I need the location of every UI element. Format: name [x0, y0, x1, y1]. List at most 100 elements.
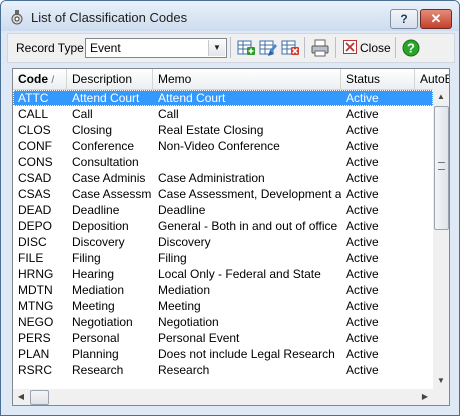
- cell-code: CONF: [18, 139, 52, 153]
- scroll-down-icon[interactable]: ▼: [433, 373, 449, 389]
- cell-status: Active: [346, 203, 379, 217]
- cell-status: Active: [346, 107, 379, 121]
- close-button[interactable]: Close: [341, 38, 391, 58]
- cell-code: HRNG: [18, 267, 54, 281]
- cell-status: Active: [346, 171, 379, 185]
- table-row[interactable]: HRNG Hearing Local Only - Federal and Stat…: [13, 266, 433, 282]
- vertical-scrollbar[interactable]: ▲ ▼: [433, 89, 449, 389]
- table-row[interactable]: FILE Filing Filing Active: [13, 250, 433, 266]
- cell-description: Deadline: [72, 203, 120, 217]
- cell-memo: Does not include Legal Research: [158, 347, 335, 361]
- cell-status: Active: [346, 267, 379, 281]
- cell-memo: Attend Court: [158, 91, 226, 105]
- cell-memo: Call: [158, 107, 179, 121]
- table-row[interactable]: CONS Consultation Active: [13, 154, 433, 170]
- cell-status: Active: [346, 363, 379, 377]
- cell-code: CALL: [18, 107, 49, 121]
- cell-memo: Negotiation: [158, 315, 219, 329]
- record-type-select[interactable]: Event ▼: [85, 38, 227, 58]
- cell-status: Active: [346, 251, 379, 265]
- table-row[interactable]: RSRC Research Research Active: [13, 362, 433, 378]
- cell-memo: Mediation: [158, 283, 211, 297]
- print-icon[interactable]: [310, 38, 330, 58]
- cell-description: Negotiation: [72, 315, 133, 329]
- column-header-description[interactable]: Description: [67, 69, 153, 89]
- cell-memo: Real Estate Closing: [158, 123, 264, 137]
- table-row[interactable]: DEPO Deposition General - Both in and out …: [13, 218, 433, 234]
- record-type-label: Record Type: [16, 41, 84, 55]
- cell-description: Meeting: [72, 299, 115, 313]
- table-row[interactable]: CSAD Case Adminis Case Administration Activ…: [13, 170, 433, 186]
- column-header-status[interactable]: Status: [341, 69, 415, 89]
- table-row[interactable]: MDTN Mediation Mediation Active: [13, 282, 433, 298]
- title-bar[interactable]: List of Classification Codes ? ✕: [1, 1, 459, 31]
- column-header-autoe[interactable]: AutoE: [415, 69, 449, 89]
- chevron-down-icon[interactable]: ▼: [208, 40, 225, 56]
- table-row[interactable]: PERS Personal Personal Event Active: [13, 330, 433, 346]
- cell-code: CSAD: [18, 171, 52, 185]
- help-title-button[interactable]: ?: [390, 9, 418, 29]
- horizontal-scroll-thumb[interactable]: [30, 390, 49, 405]
- cell-code: MTNG: [18, 299, 54, 313]
- close-icon: [343, 40, 357, 54]
- cell-status: Active: [346, 283, 379, 297]
- cell-code: PLAN: [18, 347, 50, 361]
- app-icon: [11, 10, 23, 25]
- cell-description: Mediation: [72, 283, 125, 297]
- column-header-code[interactable]: Code /: [13, 69, 67, 89]
- window-title: List of Classification Codes: [31, 10, 188, 25]
- cell-memo: Case Administration: [158, 171, 265, 185]
- table-row[interactable]: CALL Call Call Active: [13, 106, 433, 122]
- add-record-icon[interactable]: [236, 38, 256, 58]
- table-row[interactable]: ATTC Attend Court Attend Court Active: [13, 90, 433, 106]
- cell-code: DISC: [18, 235, 47, 249]
- close-label: Close: [360, 41, 391, 55]
- cell-memo: Deadline: [158, 203, 206, 217]
- cell-code: ATTC: [18, 91, 49, 105]
- table-row[interactable]: MTNG Meeting Meeting Active: [13, 298, 433, 314]
- table-row[interactable]: DEAD Deadline Deadline Active: [13, 202, 433, 218]
- table-row[interactable]: CLOS Closing Real Estate Closing Active: [13, 122, 433, 138]
- table-row[interactable]: DISC Discovery Discovery Active: [13, 234, 433, 250]
- cell-memo: Case Assessment, Development a: [158, 187, 341, 201]
- cell-code: CLOS: [18, 123, 51, 137]
- cell-status: Active: [346, 219, 379, 233]
- toolbar-separator: [335, 37, 336, 58]
- help-icon[interactable]: ?: [401, 38, 421, 58]
- cell-status: Active: [346, 331, 379, 345]
- cell-status: Active: [346, 155, 379, 169]
- cell-memo: Personal Event: [158, 331, 240, 345]
- cell-status: Active: [346, 315, 379, 329]
- grip-icon: [438, 162, 445, 170]
- scroll-up-icon[interactable]: ▲: [433, 89, 449, 105]
- cell-status: Active: [346, 299, 379, 313]
- cell-description: Attend Court: [72, 91, 140, 105]
- cell-description: Filing: [72, 251, 101, 265]
- scroll-left-icon[interactable]: ◀: [13, 389, 29, 405]
- vertical-scroll-thumb[interactable]: [434, 106, 449, 230]
- cell-memo: General - Both in and out of office: [158, 219, 338, 233]
- codes-grid: Code / Description Memo Status AutoE ATT…: [12, 68, 450, 406]
- table-row[interactable]: CSAS Case Assessm Case Assessment, Develop…: [13, 186, 433, 202]
- cell-code: PERS: [18, 331, 51, 345]
- cell-description: Case Assessm: [72, 187, 152, 201]
- toolbar: Record Type Event ▼ Close ?: [7, 33, 455, 63]
- delete-record-icon[interactable]: [280, 38, 300, 58]
- horizontal-scrollbar[interactable]: ◀ ▶: [13, 389, 433, 405]
- table-row[interactable]: PLAN Planning Does not include Legal Resea…: [13, 346, 433, 362]
- column-header-code-label: Code: [18, 72, 48, 86]
- cell-code: FILE: [18, 251, 44, 265]
- edit-record-icon[interactable]: [258, 38, 278, 58]
- cell-status: Active: [346, 187, 379, 201]
- table-row[interactable]: NEGO Negotiation Negotiation Active: [13, 314, 433, 330]
- cell-code: MDTN: [18, 283, 53, 297]
- column-header-memo[interactable]: Memo: [153, 69, 341, 89]
- toolbar-separator: [304, 37, 305, 58]
- table-row[interactable]: CONF Conference Non-Video Conference Active: [13, 138, 433, 154]
- cell-status: Active: [346, 123, 379, 137]
- classification-codes-window: List of Classification Codes ? ✕ Record …: [0, 0, 460, 416]
- scroll-right-icon[interactable]: ▶: [417, 389, 433, 405]
- cell-description: Deposition: [72, 219, 129, 233]
- scroll-corner: [433, 389, 449, 405]
- close-window-button[interactable]: ✕: [420, 9, 452, 29]
